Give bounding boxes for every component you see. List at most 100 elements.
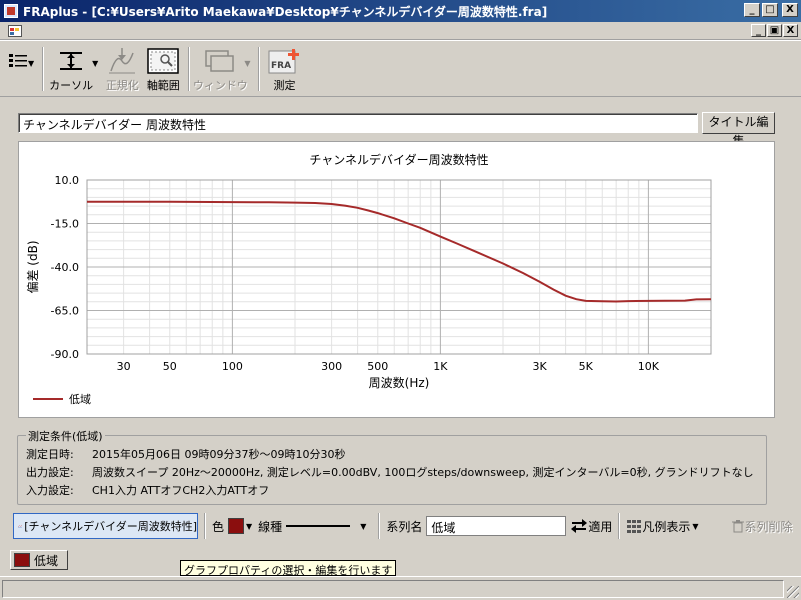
toolbar-separator: [258, 47, 261, 91]
series-tab-low[interactable]: 低域: [10, 550, 68, 570]
x-tick-label: 3K: [533, 360, 548, 373]
apply-button[interactable]: 適用: [570, 518, 612, 535]
linetype-selector[interactable]: [286, 519, 358, 533]
cursor-label: カーソル: [49, 79, 94, 92]
legend-display-label: 凡例表示: [642, 519, 691, 534]
series-line-low[interactable]: [87, 200, 712, 303]
conditions-group-title: 測定条件(低域): [26, 428, 105, 444]
delete-series-label: 系列削除: [744, 519, 793, 534]
window-dropdown-arrow[interactable]: ▼: [244, 59, 250, 68]
series-name-label: 系列名: [386, 519, 423, 534]
status-panel: [2, 580, 784, 598]
chart-area[interactable]: チャンネルデバイダー周波数特性 10.0 -15.0 -40.0 -65.0 -90.0…: [18, 141, 775, 418]
graph-title-input[interactable]: チャンネルデバイダー 周波数特性: [18, 113, 698, 133]
y-tick-label: -40.0: [51, 261, 79, 274]
series-tab-label: 低域: [34, 553, 59, 568]
minimize-button[interactable]: _: [744, 3, 760, 17]
mdi-restore-button[interactable]: ▣: [767, 24, 782, 37]
trash-icon: [731, 520, 744, 533]
axis-range-icon: [147, 48, 180, 74]
color-picker-swatch[interactable]: [228, 518, 245, 534]
axis-range-label: 軸範囲: [146, 79, 180, 92]
apply-label: 適用: [588, 519, 613, 534]
linetype-dropdown-arrow[interactable]: ▼: [360, 522, 366, 531]
window-label: ウィンドウ: [192, 79, 248, 92]
mdi-minimize-button[interactable]: _: [751, 24, 766, 37]
list-view-button[interactable]: [6, 41, 30, 95]
legend-display-button[interactable]: 凡例表示 ▼: [626, 518, 704, 535]
window-controls: _ □ X: [744, 3, 798, 17]
axis-range-button[interactable]: 軸範囲: [142, 41, 184, 95]
list-icon: [9, 54, 27, 67]
y-tick-label: 10.0: [55, 174, 80, 187]
condition-row: 入力設定: CH1入力 ATTオフCH2入力ATTオフ: [26, 482, 269, 498]
condition-value: 2015年05月06日 09時09分37秒～09時10分30秒: [92, 448, 346, 461]
y-tick-label: -15.0: [51, 218, 79, 231]
x-axis-label: 周波数(Hz): [369, 375, 430, 390]
maximize-button[interactable]: □: [762, 3, 778, 17]
graph-select-button[interactable]: [チャンネルデバイダー周波数特性]: [13, 513, 198, 539]
x-tick-label: 100: [222, 360, 243, 373]
close-button[interactable]: X: [782, 3, 798, 17]
x-tick-label: 10K: [638, 360, 660, 373]
cursor-icon: [60, 52, 83, 70]
legend-dropdown-arrow[interactable]: ▼: [692, 522, 698, 531]
x-tick-label: 50: [163, 360, 177, 373]
window-title: FRAplus - [C:¥Users¥Arito Maekawa¥Deskto…: [23, 4, 548, 19]
resize-grip[interactable]: [787, 586, 799, 598]
mdi-controls: _ ▣ X: [751, 24, 798, 37]
measure-fra-text: FRA: [271, 61, 291, 71]
color-label: 色: [212, 519, 225, 534]
window-icon: [205, 50, 235, 72]
series-toolbar-separator: [378, 513, 381, 539]
swap-arrows-icon: [571, 519, 588, 533]
measure-button[interactable]: FRA 測定: [264, 41, 304, 95]
normalize-icon: [109, 48, 136, 74]
condition-key: 出力設定:: [26, 466, 74, 479]
frequency-response-chart[interactable]: チャンネルデバイダー周波数特性 10.0 -15.0 -40.0 -65.0 -90.0…: [19, 142, 774, 417]
series-tab-color-swatch: [14, 553, 30, 567]
window-button[interactable]: ウィンドウ: [192, 41, 248, 95]
y-tick-label: -65.0: [51, 305, 79, 318]
cursor-dropdown-arrow[interactable]: ▼: [92, 59, 98, 68]
main-toolbar: ▼ カーソル ▼ 正規化 軸範囲 ウィンドウ ▼ FRA 測定: [0, 41, 801, 97]
cursor-button[interactable]: カーソル: [48, 41, 94, 95]
app-icon: [4, 4, 18, 18]
y-axis-ticks: 10.0 -15.0 -40.0 -65.0 -90.0: [51, 174, 79, 361]
series-name-input[interactable]: 低域: [426, 516, 567, 536]
x-tick-label: 1K: [433, 360, 448, 373]
x-tick-label: 500: [367, 360, 388, 373]
graph-select-label: [チャンネルデバイダー周波数特性]: [24, 520, 197, 533]
normalize-label: 正規化: [105, 79, 139, 92]
measurement-conditions-group: 測定条件(低域) 測定日時: 2015年05月06日 09時09分37秒～09時…: [17, 428, 767, 505]
list-view-dropdown-arrow[interactable]: ▼: [28, 59, 34, 68]
toolbar-separator: [188, 47, 191, 91]
graph-panel: チャンネルデバイダー 周波数特性 タイトル編集 チャンネルデバイダー周波数特性 …: [0, 97, 801, 577]
condition-row: 測定日時: 2015年05月06日 09時09分37秒～09時10分30秒: [26, 446, 345, 462]
color-dropdown-arrow[interactable]: ▼: [246, 522, 252, 531]
condition-row: 出力設定: 周波数スイープ 20Hz～20000Hz, 測定レベル=0.00dB…: [26, 464, 754, 480]
legend-grid-icon: [627, 520, 642, 533]
chart-title: チャンネルデバイダー周波数特性: [309, 152, 488, 167]
status-bar: [0, 576, 801, 600]
mdi-close-button[interactable]: X: [783, 24, 798, 37]
normalize-button[interactable]: 正規化: [102, 41, 142, 95]
window-titlebar[interactable]: FRAplus - [C:¥Users¥Arito Maekawa¥Deskto…: [0, 0, 801, 22]
condition-key: 測定日時:: [26, 448, 74, 461]
y-axis-label: 偏差 (dB): [25, 240, 40, 293]
legend-label-low: 低域: [69, 393, 91, 406]
x-tick-label: 300: [321, 360, 342, 373]
y-tick-label: -90.0: [51, 348, 79, 361]
linetype-label: 線種: [258, 519, 283, 534]
measure-icon: FRA: [268, 49, 300, 74]
measure-label: 測定: [273, 79, 296, 92]
series-toolbar: [チャンネルデバイダー周波数特性] 色 ▼ 線種 ▼ 系列名 低域 適用 凡例表…: [8, 509, 798, 543]
title-edit-button[interactable]: タイトル編集: [702, 112, 775, 148]
document-icon[interactable]: [8, 25, 22, 37]
condition-value: 周波数スイープ 20Hz～20000Hz, 測定レベル=0.00dBV, 100…: [92, 466, 754, 479]
condition-key: 入力設定:: [26, 484, 74, 497]
series-toolbar-separator: [204, 513, 206, 539]
toolbar-separator: [42, 47, 45, 91]
condition-value: CH1入力 ATTオフCH2入力ATTオフ: [92, 484, 270, 497]
delete-series-button[interactable]: 系列削除: [731, 518, 793, 535]
